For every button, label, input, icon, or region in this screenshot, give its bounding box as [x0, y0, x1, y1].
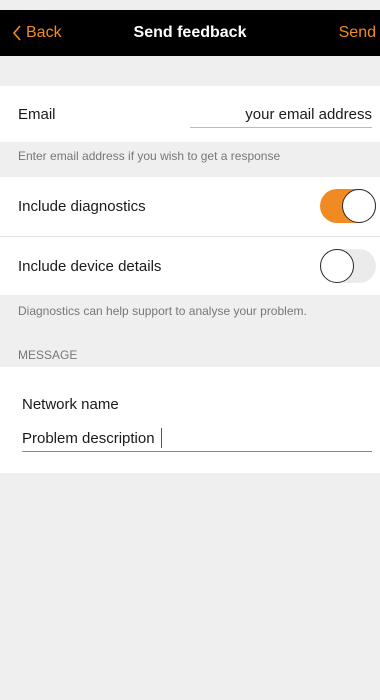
page-title: Send feedback — [133, 24, 247, 41]
send-button[interactable]: Send — [339, 10, 376, 56]
problem-description-field[interactable] — [22, 426, 372, 452]
include-diagnostics-row[interactable]: Include diagnostics — [0, 177, 380, 235]
app-screen: Back Send feedback Send Email Enter emai… — [0, 0, 380, 700]
navigation-bar: Back Send feedback Send — [0, 10, 380, 56]
text-cursor — [161, 428, 162, 448]
message-group: Network name — [0, 367, 380, 473]
email-group: Email — [0, 86, 380, 142]
include-device-details-label: Include device details — [18, 257, 162, 275]
email-label: Email — [18, 105, 56, 123]
include-device-details-toggle[interactable] — [320, 249, 376, 283]
include-device-details-row[interactable]: Include device details — [0, 237, 380, 295]
include-diagnostics-label: Include diagnostics — [18, 197, 146, 215]
diagnostics-hint: Diagnostics can help support to analyse … — [18, 304, 307, 318]
message-section-header: MESSAGE — [18, 348, 78, 362]
email-row: Email — [0, 86, 380, 142]
diagnostics-group: Include diagnostics Include device detai… — [0, 177, 380, 295]
email-hint: Enter email address if you wish to get a… — [18, 149, 281, 163]
toggle-knob — [342, 189, 376, 223]
network-name-label[interactable]: Network name — [22, 396, 119, 413]
include-diagnostics-toggle[interactable] — [320, 189, 376, 223]
email-field[interactable] — [190, 102, 372, 128]
toggle-knob — [320, 249, 354, 283]
